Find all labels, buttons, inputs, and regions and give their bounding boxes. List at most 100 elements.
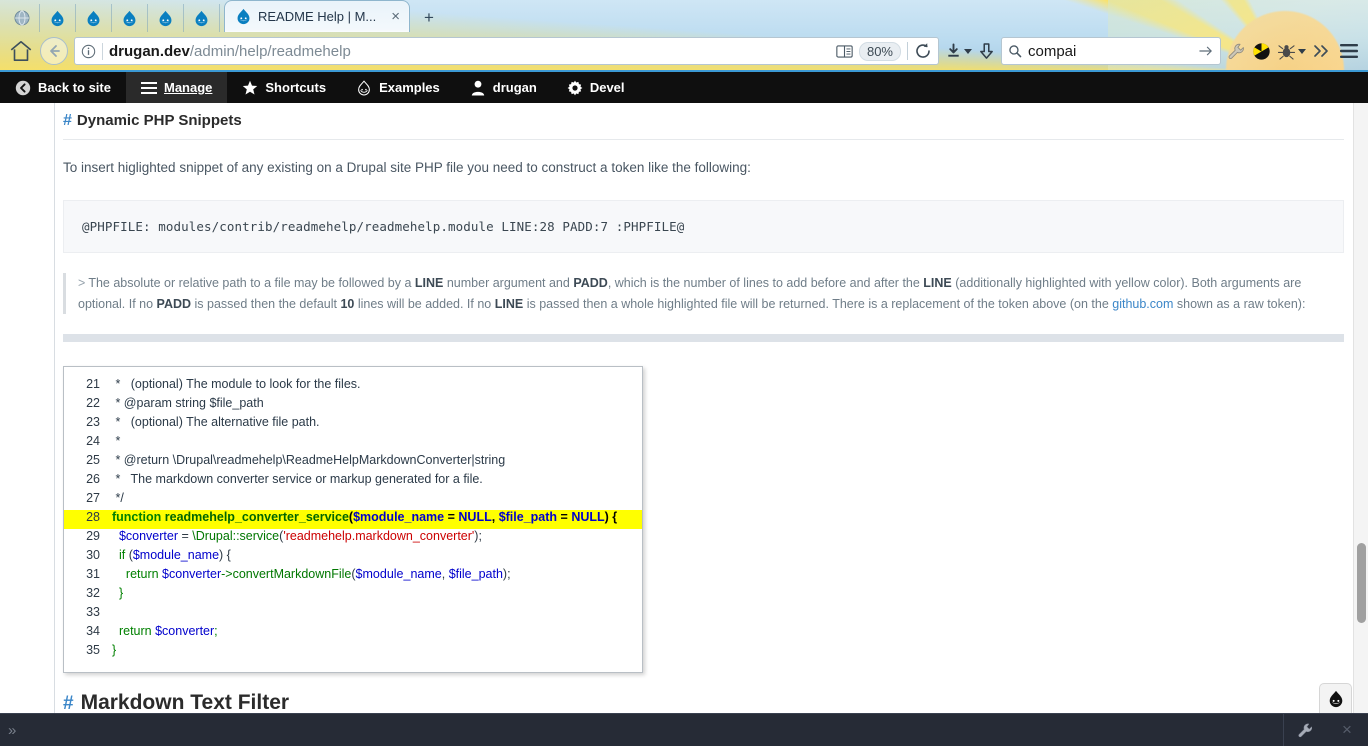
tab-close-button[interactable]: × — [388, 9, 403, 24]
devbar-settings-button[interactable] — [1284, 714, 1326, 746]
code-line-content: */ — [112, 490, 124, 505]
page-title: Dynamic PHP Snippets — [76, 112, 242, 129]
admin-item-label: Examples — [379, 80, 440, 95]
tab-mini-drupal-4[interactable] — [148, 4, 184, 32]
back-circle-icon — [15, 80, 31, 96]
drupal-droplet-outline-icon — [356, 79, 372, 96]
search-input[interactable]: compai — [1028, 43, 1193, 60]
code-line: 33 — [64, 605, 642, 624]
code-line-number: 23 — [86, 414, 100, 429]
code-line: 26 * The markdown converter service or m… — [64, 472, 642, 491]
devbar-close-button[interactable]: × — [1326, 714, 1368, 746]
toolbar-overflow-button[interactable] — [1312, 43, 1332, 59]
code-line: 22 * @param string $file_path — [64, 396, 642, 415]
wrench-extension-button[interactable] — [1227, 42, 1246, 61]
code-line-content: if ($module_name) { — [118, 547, 231, 562]
code-line-content: * (optional) The module to look for the … — [112, 376, 361, 391]
bq-b5: 10 — [340, 296, 355, 311]
tab-mini-drupal-5[interactable] — [184, 4, 220, 32]
scrollbar-thumb[interactable] — [1357, 543, 1366, 623]
save-to-button[interactable] — [978, 42, 995, 61]
reload-icon[interactable] — [914, 42, 932, 60]
url-bar[interactable]: drugan.dev/admin/help/readmehelp 80% — [74, 37, 939, 65]
double-chevron-right-icon[interactable]: » — [8, 722, 16, 739]
code-line-content: * — [112, 433, 121, 448]
search-bar[interactable]: compai — [1001, 37, 1221, 65]
reader-mode-icon[interactable] — [836, 44, 853, 59]
heading-anchor-hash[interactable]: # — [63, 112, 72, 130]
page-viewport: Back to site Manage Shortcuts Examples d… — [0, 70, 1368, 713]
tab-mini-drupal-2[interactable] — [76, 4, 112, 32]
section-heading-markdown-text-filter: # Markdown Text Filter — [63, 691, 1344, 713]
code-line: 31 return $converter->convertMarkdownFil… — [64, 567, 642, 586]
bq-t6: lines will be added. If no — [354, 296, 495, 311]
tab-mini-drupal-1[interactable] — [40, 4, 76, 32]
drupal-floating-tab[interactable] — [1319, 683, 1352, 713]
wrench-icon — [1298, 723, 1312, 737]
download-icon — [948, 43, 959, 57]
drupal-droplet-icon — [195, 10, 208, 26]
code-line-number: 31 — [86, 566, 100, 581]
zoom-level-indicator[interactable]: 80% — [858, 41, 901, 61]
new-tab-button[interactable]: + — [414, 4, 444, 32]
bq-t5: is passed then the default — [191, 296, 341, 311]
code-line-number: 32 — [86, 585, 100, 600]
admin-item-examples[interactable]: Examples — [341, 72, 455, 103]
blockquote-marker: > — [78, 276, 86, 291]
code-line: 24 * — [64, 434, 642, 453]
admin-item-user[interactable]: drugan — [455, 72, 552, 103]
home-button[interactable] — [8, 38, 34, 64]
tab-strip: README Help | M... × + — [0, 0, 1368, 32]
drupal-droplet-icon — [159, 10, 172, 26]
active-tab[interactable]: README Help | M... × — [224, 0, 410, 32]
star-icon — [242, 80, 258, 96]
blockquote-note: > The absolute or relative path to a file… — [63, 273, 1344, 314]
code-line-number: 34 — [86, 623, 100, 638]
heading-anchor-hash[interactable]: # — [63, 693, 74, 713]
bq-b3: LINE — [923, 276, 952, 291]
drupal-droplet-icon — [51, 10, 64, 26]
url-host: drugan.dev — [109, 42, 190, 60]
tab-mini-globe[interactable] — [4, 4, 40, 32]
admin-item-devel[interactable]: Devel — [552, 72, 640, 103]
github-link[interactable]: github.com — [1112, 297, 1173, 311]
hamburger-icon — [140, 80, 157, 96]
admin-item-manage[interactable]: Manage — [125, 72, 228, 103]
bq-t2: number argument and — [443, 276, 574, 291]
downloads-button[interactable] — [945, 42, 972, 60]
active-tab-title: README Help | M... — [258, 9, 377, 24]
admin-item-shortcuts[interactable]: Shortcuts — [227, 72, 341, 103]
code-line-number: 28 — [86, 509, 100, 524]
code-line: 35} — [64, 643, 642, 662]
tab-mini-drupal-3[interactable] — [112, 4, 148, 32]
app-menu-button[interactable] — [1338, 42, 1360, 60]
code-line-content: return $converter; — [118, 623, 218, 638]
bug-extension-button[interactable] — [1277, 43, 1306, 60]
drupal-droplet-icon — [1329, 690, 1342, 707]
globe-icon — [14, 10, 29, 26]
code-line: 34 return $converter; — [64, 624, 642, 643]
toolbar-divider — [907, 42, 908, 60]
code-line-number: 22 — [86, 395, 100, 410]
devbar-left: » — [0, 722, 16, 739]
content-column: # Dynamic PHP Snippets To insert higligh… — [55, 103, 1368, 713]
code-line-number: 26 — [86, 471, 100, 486]
page-scrollbar[interactable] — [1353, 103, 1368, 713]
code-line-content: } — [112, 642, 117, 657]
code-line-content: $converter = \Drupal::service('readmehel… — [118, 528, 482, 543]
section-heading-dynamic-php-snippets: # Dynamic PHP Snippets — [63, 103, 1344, 130]
admin-item-label: Shortcuts — [265, 80, 327, 95]
code-lines-container: 21 * (optional) The module to look for t… — [64, 377, 642, 662]
adblock-extension-button[interactable] — [1252, 42, 1271, 61]
admin-item-back-to-site[interactable]: Back to site — [0, 72, 126, 103]
back-button[interactable] — [40, 37, 68, 65]
bq-b6: LINE — [494, 296, 524, 311]
bottom-heading-title: Markdown Text Filter — [80, 690, 290, 713]
hamburger-menu-icon — [1340, 44, 1358, 58]
arrow-right-icon[interactable] — [1199, 45, 1214, 57]
code-line: 32 } — [64, 586, 642, 605]
url-divider — [102, 42, 103, 60]
user-icon — [470, 80, 486, 96]
page-info-icon[interactable] — [81, 44, 96, 59]
wrench-icon — [1228, 43, 1244, 59]
